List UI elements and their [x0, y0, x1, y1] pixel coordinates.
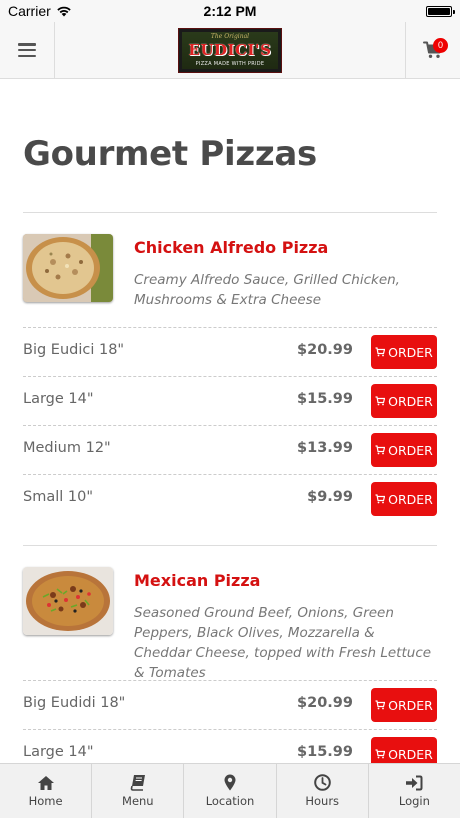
size-label: Big Eudidi 18" [23, 695, 126, 711]
order-button-label: ORDER [388, 344, 433, 360]
order-button[interactable]: ORDER [371, 737, 437, 763]
size-row: Big Eudici 18" $20.99 ORDER [23, 327, 437, 376]
order-button-label: ORDER [388, 746, 433, 762]
cart-plus-icon [375, 396, 386, 406]
logo[interactable]: The Original EUDICI'S PIZZA MADE WITH PR… [178, 28, 282, 73]
logo-subline: PIZZA MADE WITH PRIDE [195, 61, 265, 67]
size-row: Medium 12" $13.99 ORDER [23, 425, 437, 474]
bottom-tab-bar: Home Menu Location Hours Login [0, 763, 460, 818]
item-description: Seasoned Ground Beef, Onions, Green Pepp… [134, 605, 432, 681]
menu-button[interactable] [0, 22, 55, 78]
page-title: Gourmet Pizzas [23, 134, 317, 174]
size-row: Big Eudidi 18" $20.99 ORDER [23, 680, 437, 729]
item-name[interactable]: Mexican Pizza [134, 571, 260, 590]
section-divider [23, 545, 437, 546]
size-price: $13.99 [297, 440, 353, 456]
order-button[interactable]: ORDER [371, 433, 437, 467]
order-button-label: ORDER [388, 393, 433, 409]
size-label: Medium 12" [23, 440, 111, 456]
size-price: $15.99 [297, 391, 353, 407]
app-header: The Original EUDICI'S PIZZA MADE WITH PR… [0, 22, 460, 79]
size-label: Big Eudici 18" [23, 342, 125, 358]
cart-plus-icon [375, 494, 386, 504]
size-price: $20.99 [297, 342, 353, 358]
status-time: 2:12 PM [203, 3, 257, 19]
cart-plus-icon [375, 700, 386, 710]
order-button-label: ORDER [388, 697, 433, 713]
chicken-alfredo-pizza-image [23, 234, 113, 302]
pizza-photo[interactable] [23, 234, 113, 302]
tab-menu-label: Menu [122, 794, 154, 808]
hamburger-icon [18, 43, 36, 57]
cart-plus-icon [375, 445, 386, 455]
size-label: Small 10" [23, 489, 94, 505]
pizza-photo[interactable] [23, 567, 113, 635]
cart-button[interactable]: 0 [405, 22, 460, 78]
tab-location[interactable]: Location [184, 764, 277, 818]
size-price: $15.99 [297, 744, 353, 760]
size-price: $20.99 [297, 695, 353, 711]
tab-hours[interactable]: Hours [277, 764, 369, 818]
item-description: Creamy Alfredo Sauce, Grilled Chicken, M… [134, 272, 400, 308]
tab-home-label: Home [28, 793, 63, 808]
menu-content[interactable]: Gourmet Pizzas Chicken Alfredo Pizza Cre… [0, 80, 460, 763]
cart-plus-icon [375, 347, 386, 357]
tab-hours-label: Hours [305, 794, 340, 808]
tab-location-label: Location [205, 794, 255, 808]
order-button-label: ORDER [388, 491, 433, 507]
tab-menu[interactable]: Menu [92, 764, 185, 818]
logo-name: EUDICI'S [188, 41, 272, 59]
map-pin-icon [224, 774, 236, 791]
home-icon [37, 775, 54, 790]
cart-count-badge: 0 [433, 38, 448, 53]
order-button-label: ORDER [388, 442, 433, 458]
battery-icon [426, 6, 455, 17]
title-divider [23, 212, 437, 213]
mexican-pizza-image [23, 567, 113, 635]
size-row: Small 10" $9.99 ORDER [23, 474, 437, 523]
size-label: Large 14" [23, 744, 94, 760]
tab-login[interactable]: Login [369, 764, 460, 818]
sign-in-icon [406, 775, 423, 790]
tab-home[interactable]: Home [0, 764, 93, 818]
order-button[interactable]: ORDER [371, 482, 437, 516]
status-bar: Carrier 2:12 PM [0, 0, 460, 22]
size-row: Large 14" $15.99 ORDER [23, 376, 437, 425]
order-button[interactable]: ORDER [371, 384, 437, 418]
cart-plus-icon [375, 749, 386, 759]
item-name[interactable]: Chicken Alfredo Pizza [134, 238, 328, 257]
size-label: Large 14" [23, 391, 94, 407]
order-button[interactable]: ORDER [371, 335, 437, 369]
tab-login-label: Login [398, 793, 430, 808]
size-price: $9.99 [307, 489, 353, 505]
logo-background: The Original EUDICI'S PIZZA MADE WITH PR… [182, 32, 278, 69]
book-icon [130, 775, 145, 791]
logo-tagline: The Original [210, 33, 250, 40]
clock-icon [313, 774, 331, 791]
size-row: Large 14" $15.99 ORDER [23, 729, 437, 763]
order-button[interactable]: ORDER [371, 688, 437, 722]
